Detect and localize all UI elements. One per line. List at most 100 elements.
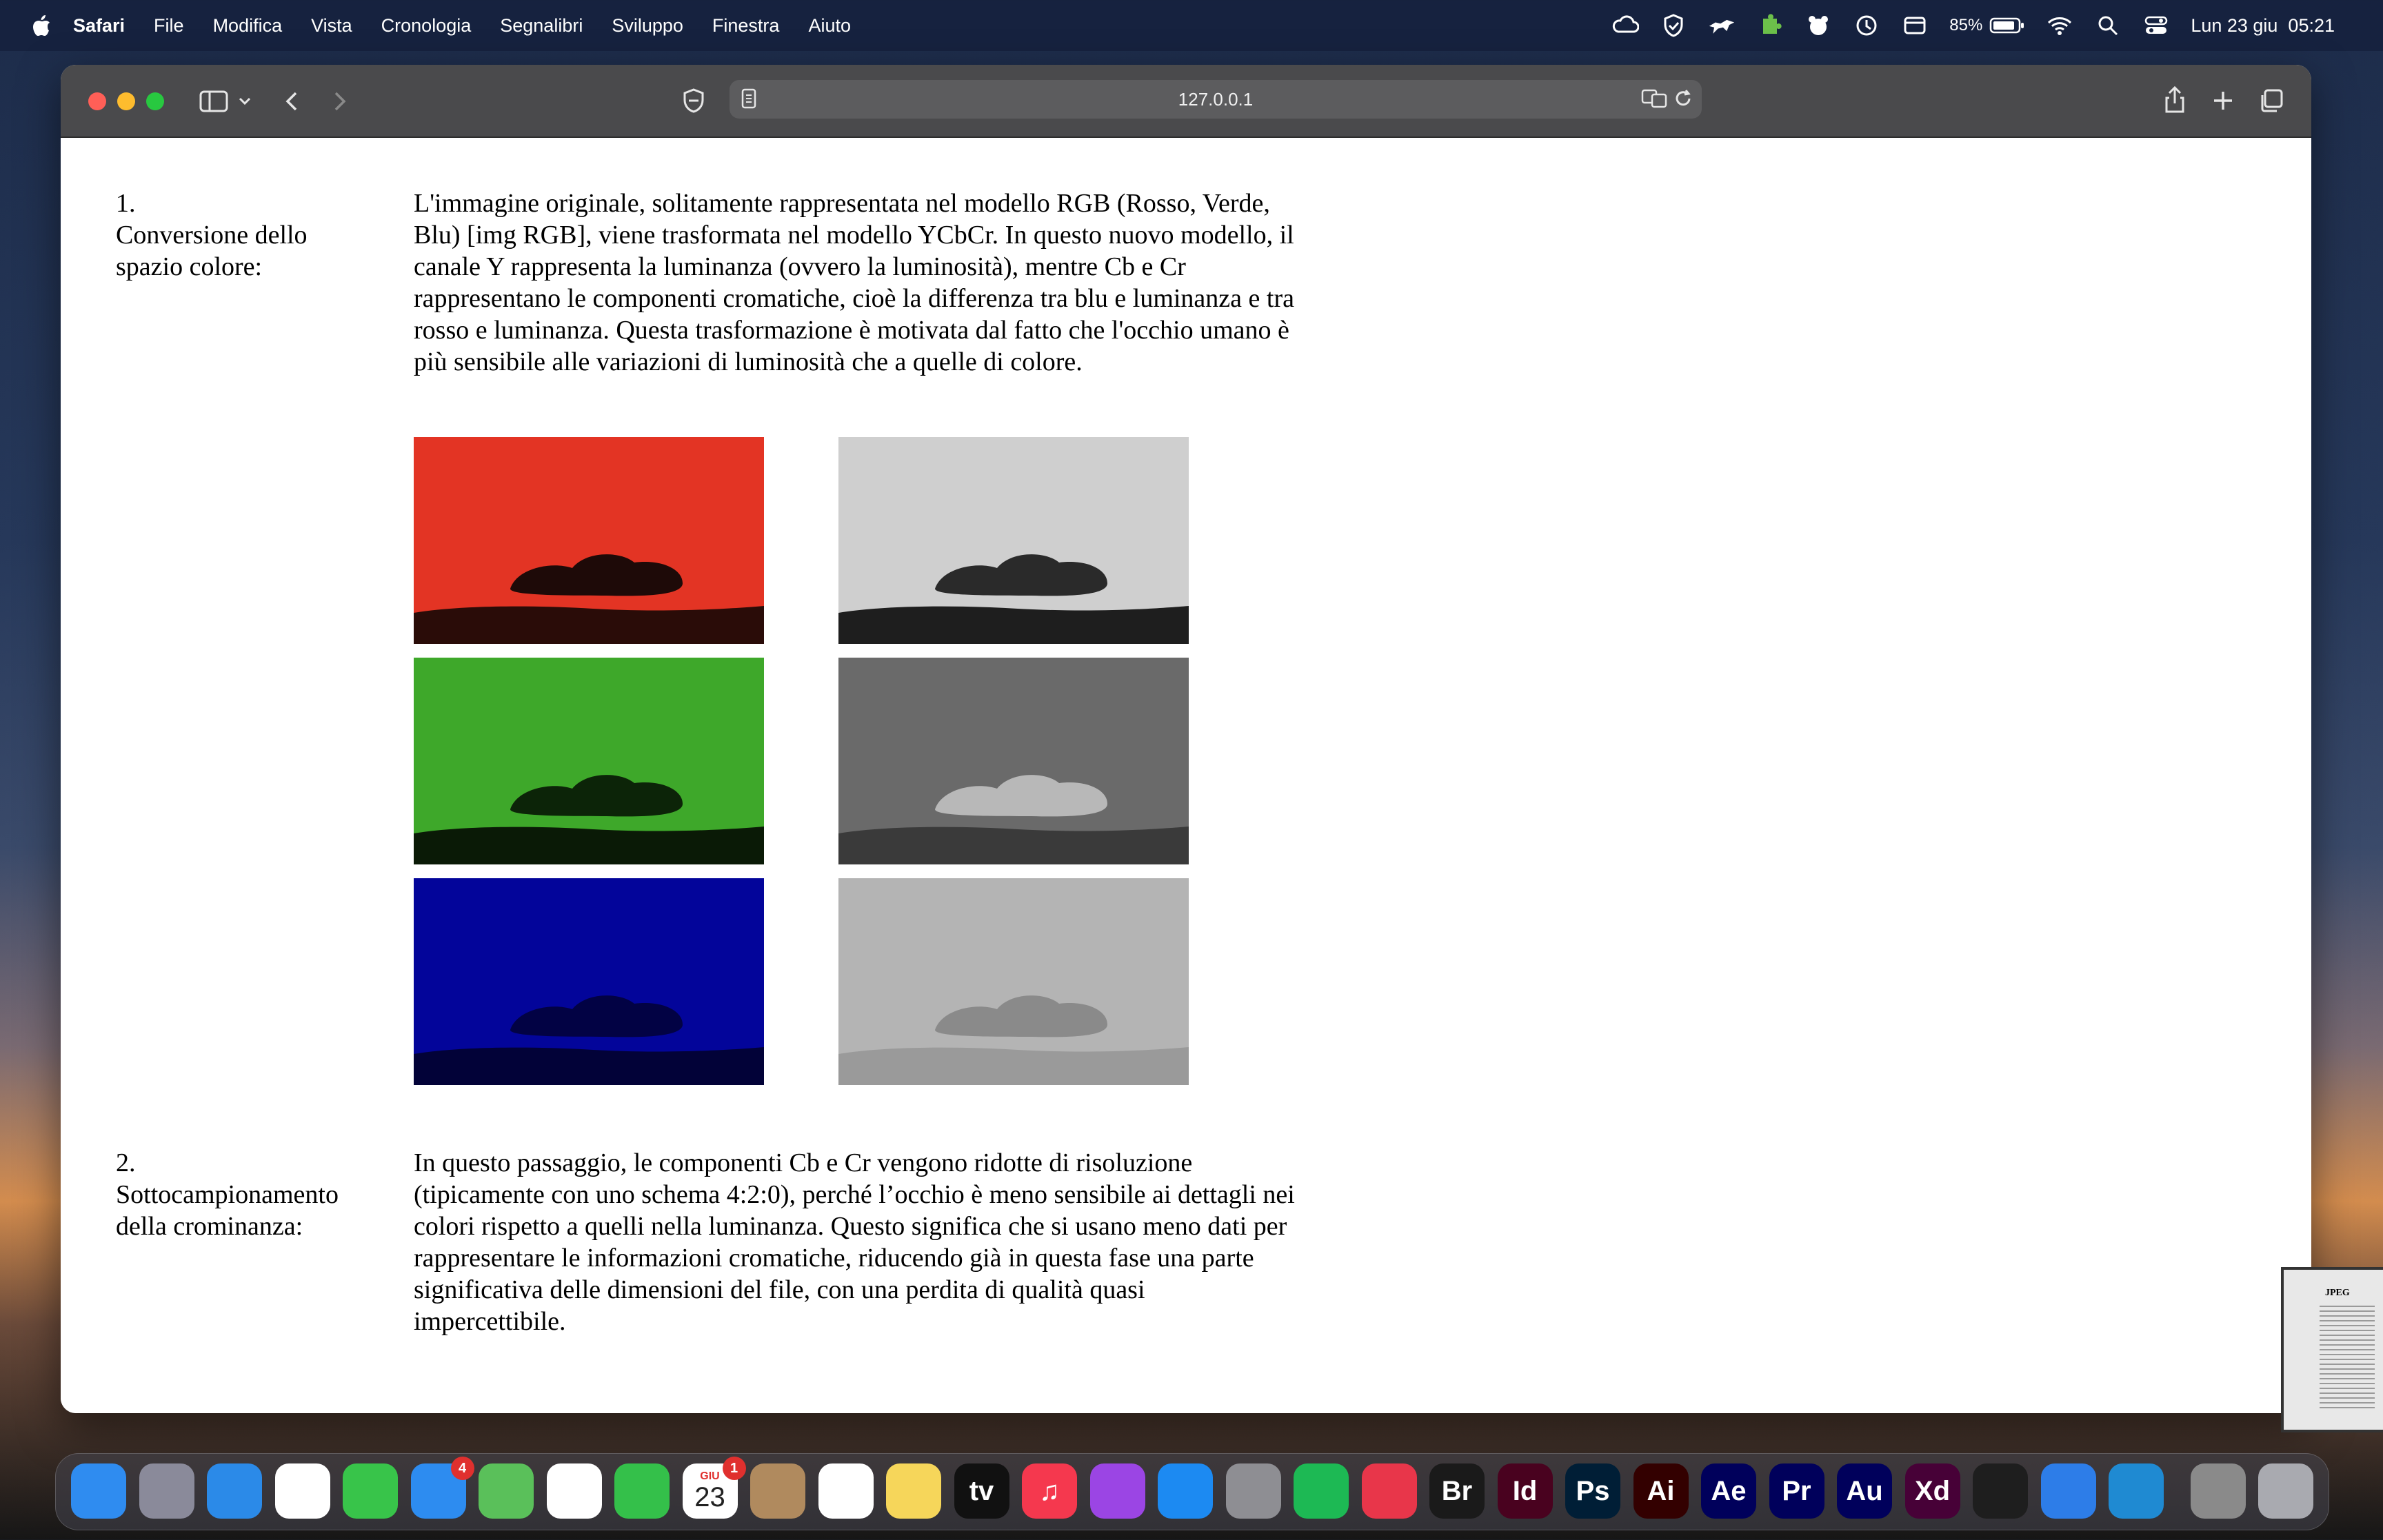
menu-bar: Safari File Modifica Vista Cronologia Se… — [0, 0, 2383, 51]
photos-dock-icon[interactable] — [546, 1463, 602, 1519]
section-2-number: 2. — [116, 1148, 136, 1177]
minimize-window-button[interactable] — [117, 92, 135, 110]
menu-finestra[interactable]: Finestra — [712, 15, 780, 37]
launchpad-dock-icon[interactable] — [139, 1463, 194, 1519]
audition-dock-icon[interactable]: Au — [1837, 1463, 1892, 1519]
section-2-text: In questo passaggio, le componenti Cb e … — [414, 1148, 1295, 1336]
podcasts-dock-icon[interactable] — [1089, 1463, 1145, 1519]
notes-dock-icon[interactable] — [886, 1463, 941, 1519]
wifi-icon[interactable] — [2046, 12, 2073, 39]
blue-channel-image — [414, 878, 764, 1085]
mail-dock-icon[interactable]: 4 — [410, 1457, 474, 1519]
battery-icon[interactable] — [1989, 17, 2025, 34]
calendar-month: GIU — [700, 1470, 720, 1482]
section-2-label: 2. Sottocampionamento della crominanza: — [116, 1147, 364, 1242]
bridge-dock-icon[interactable]: Br — [1429, 1463, 1485, 1519]
calendar-badge: 1 — [722, 1457, 746, 1480]
display-icon[interactable] — [1901, 12, 1929, 39]
privacy-shield-icon[interactable] — [677, 84, 710, 117]
thumbnail-title: JPEG — [2325, 1288, 2350, 1298]
xd-label: Xd — [1914, 1475, 1951, 1506]
gray-image-1 — [838, 437, 1189, 644]
reload-icon[interactable] — [1673, 88, 1693, 114]
indesign-dock-icon[interactable]: Id — [1497, 1463, 1553, 1519]
time-machine-icon[interactable] — [1853, 12, 1880, 39]
page-icon — [741, 88, 757, 114]
premiere-label: Pr — [1782, 1475, 1811, 1506]
after-effects-label: Ae — [1711, 1475, 1747, 1506]
search-icon[interactable] — [2094, 12, 2122, 39]
music-label: ♫ — [1039, 1475, 1060, 1506]
translate-icon[interactable] — [1641, 88, 1667, 114]
chrome-dock-icon[interactable] — [274, 1463, 330, 1519]
section-1-number: 1. — [116, 189, 136, 218]
messages-dock-icon[interactable] — [343, 1463, 398, 1519]
menu-app-name[interactable]: Safari — [73, 15, 125, 37]
creative-cloud-dock-icon[interactable] — [1361, 1463, 1417, 1519]
gray-image-3 — [838, 878, 1189, 1085]
indesign-label: Id — [1512, 1475, 1538, 1506]
facetime-dock-icon[interactable] — [614, 1463, 670, 1519]
premiere-dock-icon[interactable]: Pr — [1769, 1463, 1824, 1519]
forward-icon[interactable] — [324, 85, 356, 117]
puzzle-icon[interactable] — [1756, 12, 1784, 39]
zoom-window-button[interactable] — [146, 92, 164, 110]
contacts-dock-icon[interactable] — [750, 1463, 805, 1519]
section-1-text: L'immagine originale, solitamente rappre… — [414, 189, 1294, 376]
menu-segnalibri[interactable]: Segnalibri — [500, 15, 583, 37]
finder-dock-icon[interactable] — [71, 1463, 126, 1519]
audition-label: Au — [1846, 1475, 1883, 1506]
clock[interactable]: Lun 23 giu 05:21 — [2191, 15, 2335, 37]
photoshop-label: Ps — [1576, 1475, 1610, 1506]
menu-modifica[interactable]: Modifica — [213, 15, 283, 37]
diagram-app-dock-icon[interactable] — [2040, 1463, 2096, 1519]
tab-overview-icon[interactable] — [2253, 83, 2289, 119]
bear-icon[interactable] — [1804, 12, 1832, 39]
share-icon[interactable] — [2157, 81, 2193, 117]
illustrator-dock-icon[interactable]: Ai — [1633, 1463, 1689, 1519]
menu-vista[interactable]: Vista — [311, 15, 352, 37]
reminders-dock-icon[interactable] — [818, 1463, 874, 1519]
new-tab-icon[interactable] — [2205, 83, 2241, 119]
chevron-down-icon[interactable] — [234, 90, 255, 113]
menu-aiuto[interactable]: Aiuto — [808, 15, 851, 37]
apple-icon[interactable] — [28, 12, 55, 39]
menu-file[interactable]: File — [154, 15, 184, 37]
vscode-dock-icon[interactable] — [2109, 1463, 2164, 1519]
menu-cronologia[interactable]: Cronologia — [381, 15, 472, 37]
safari-window: 127.0.0.1 1. Conversione dello spazio co… — [61, 65, 2311, 1413]
control-center-icon[interactable] — [2142, 12, 2170, 39]
safari-dock-icon[interactable] — [207, 1463, 262, 1519]
section-1-title: Conversione dello spazio colore: — [116, 221, 308, 281]
system-settings-dock-icon[interactable] — [1225, 1463, 1281, 1519]
page-content: 1. Conversione dello spazio colore: L'im… — [61, 138, 2311, 1413]
window-thumbnail[interactable]: JPEG — [2281, 1267, 2383, 1432]
music-dock-icon[interactable]: ♫ — [1022, 1463, 1077, 1519]
calendar-dock-icon[interactable]: GIU 23 1 — [682, 1457, 746, 1519]
downloads-stack-dock-icon[interactable] — [2190, 1463, 2246, 1519]
xd-dock-icon[interactable]: Xd — [1904, 1463, 1960, 1519]
trash-dock-icon[interactable] — [2258, 1463, 2313, 1519]
section-2-title: Sottocampionamento della crominanza: — [116, 1180, 339, 1241]
menu-sviluppo[interactable]: Sviluppo — [612, 15, 683, 37]
figma-dock-icon[interactable] — [1973, 1463, 2028, 1519]
dock: 4 GIU 23 1 tv ♫ Br Id Ps Ai Ae Pr Au Xd — [55, 1453, 2329, 1530]
mail-badge: 4 — [450, 1457, 474, 1480]
close-window-button[interactable] — [88, 92, 106, 110]
app-store-dock-icon[interactable] — [1158, 1463, 1213, 1519]
tv-label: tv — [969, 1475, 994, 1506]
calendar-day: 23 — [694, 1482, 725, 1512]
shield-icon[interactable] — [1660, 12, 1687, 39]
maps-dock-icon[interactable] — [479, 1463, 534, 1519]
bridge-label: Br — [1441, 1475, 1473, 1506]
back-icon[interactable] — [276, 85, 308, 117]
animal-icon[interactable] — [1708, 12, 1736, 39]
thumbnail-text-lines — [2320, 1306, 2375, 1409]
sidebar-toggle-icon[interactable] — [193, 85, 234, 117]
after-effects-dock-icon[interactable]: Ae — [1701, 1463, 1756, 1519]
photoshop-dock-icon[interactable]: Ps — [1565, 1463, 1620, 1519]
cloud-sync-icon[interactable] — [1611, 12, 1640, 39]
tv-dock-icon[interactable]: tv — [954, 1463, 1009, 1519]
spotify-dock-icon[interactable] — [1294, 1463, 1349, 1519]
address-bar[interactable]: 127.0.0.1 — [730, 80, 1702, 119]
